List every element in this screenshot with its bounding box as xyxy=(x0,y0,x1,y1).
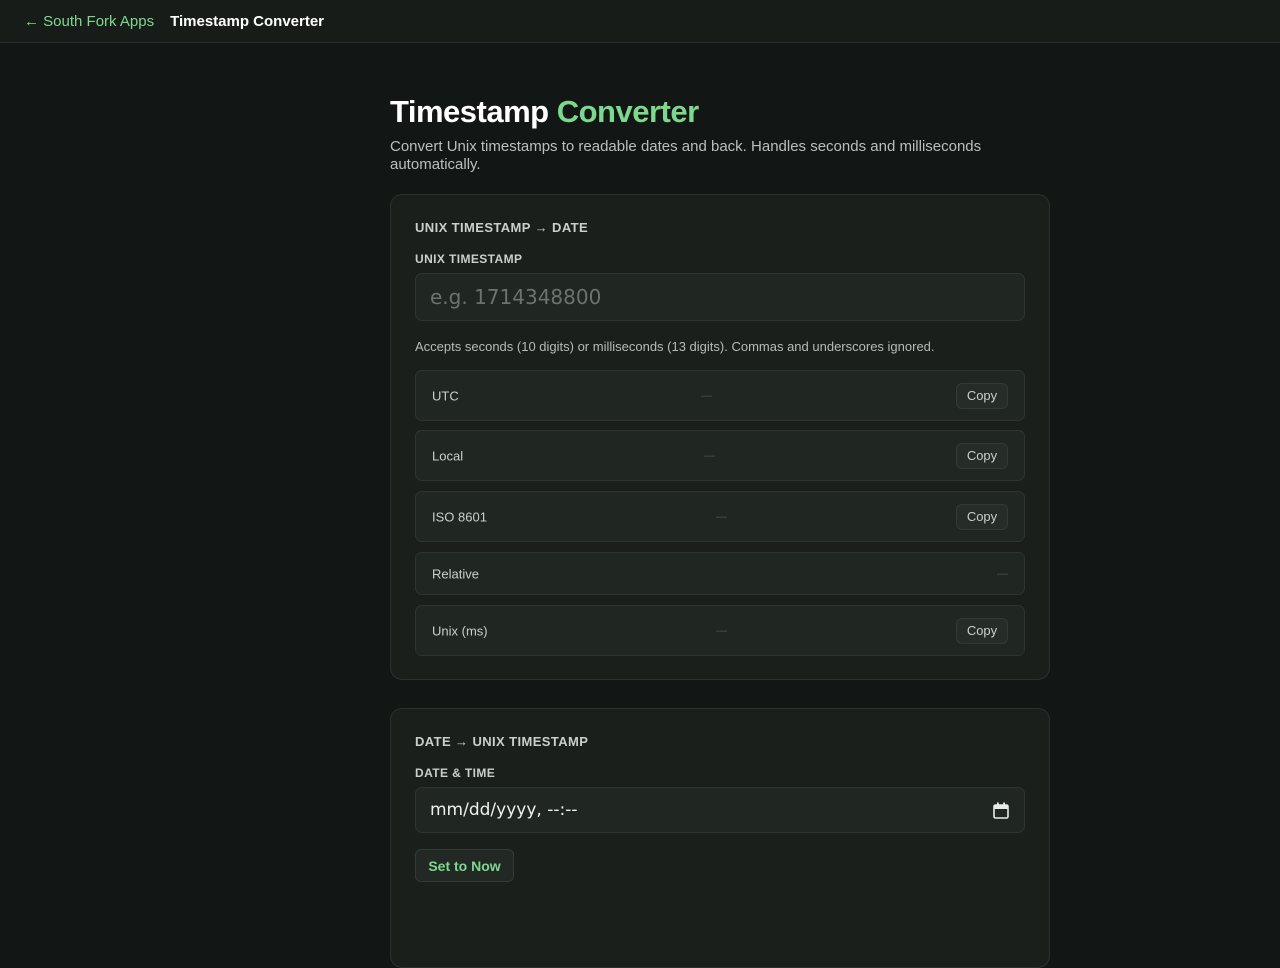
copy-unix-ms-button[interactable]: Copy xyxy=(956,617,1008,644)
result-row-unix-ms: Unix (ms) — Copy xyxy=(415,605,1025,656)
result-row-relative: Relative — xyxy=(415,552,1025,595)
unix-timestamp-label: UNIX TIMESTAMP xyxy=(415,252,523,266)
result-label: UTC xyxy=(432,388,459,403)
copy-iso-8601-button[interactable]: Copy xyxy=(956,503,1008,530)
page-title-main: Timestamp xyxy=(390,94,549,129)
result-value: — xyxy=(704,449,715,462)
unix-to-date-card: UNIX TIMESTAMP → DATE UNIX TIMESTAMP Acc… xyxy=(390,194,1050,680)
result-label: Relative xyxy=(432,566,479,581)
unix-timestamp-input[interactable] xyxy=(415,273,1025,321)
result-label: Local xyxy=(432,448,464,463)
back-to-south-fork-apps-link[interactable]: ← South Fork Apps xyxy=(24,13,154,30)
result-label: ISO 8601 xyxy=(432,509,487,524)
result-row-local: Local — Copy xyxy=(415,430,1025,481)
date-to-unix-card: DATE → UNIX TIMESTAMP DATE & TIME mm/dd/… xyxy=(390,708,1050,968)
result-value: — xyxy=(701,389,712,402)
date-to-unix-heading: DATE → UNIX TIMESTAMP xyxy=(415,734,589,749)
date-time-input-value: mm/dd/yyyy, --:-- xyxy=(430,800,578,820)
copy-local-button[interactable]: Copy xyxy=(956,442,1008,469)
date-time-input[interactable]: mm/dd/yyyy, --:-- xyxy=(415,787,1025,833)
result-value: — xyxy=(997,567,1008,580)
nav-page-title: Timestamp Converter xyxy=(170,12,325,30)
set-to-now-button[interactable]: Set to Now xyxy=(415,849,514,882)
page-title: Timestamp Converter xyxy=(390,94,1050,130)
page-title-accent: Converter xyxy=(556,94,699,129)
page-subtitle: Convert Unix timestamps to readable date… xyxy=(390,138,982,173)
copy-utc-button[interactable]: Copy xyxy=(956,382,1008,409)
date-time-label: DATE & TIME xyxy=(415,766,496,780)
result-value: — xyxy=(716,624,727,637)
unix-to-date-heading: UNIX TIMESTAMP → DATE xyxy=(415,220,589,235)
result-label: Unix (ms) xyxy=(432,623,488,638)
unix-timestamp-hint: Accepts seconds (10 digits) or milliseco… xyxy=(415,339,935,354)
main-content: Timestamp Converter Convert Unix timesta… xyxy=(390,94,1050,968)
calendar-icon[interactable] xyxy=(993,802,1009,819)
result-row-utc: UTC — Copy xyxy=(415,370,1025,421)
top-nav-bar: ← South Fork Apps Timestamp Converter xyxy=(0,0,1280,43)
result-value: — xyxy=(716,510,727,523)
result-row-iso-8601: ISO 8601 — Copy xyxy=(415,491,1025,542)
